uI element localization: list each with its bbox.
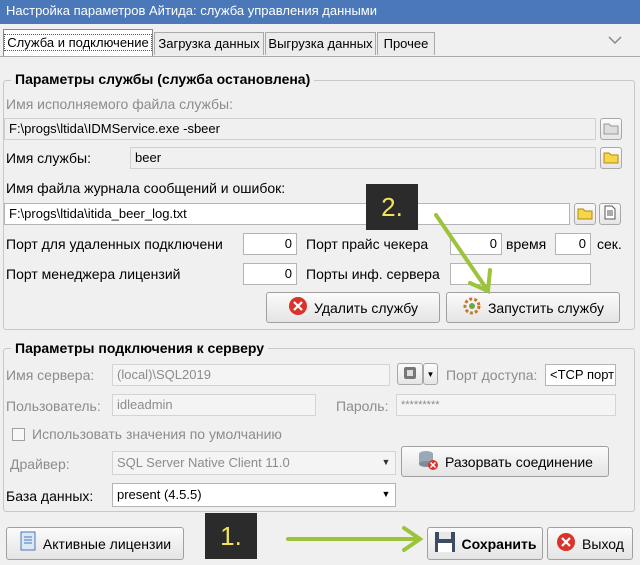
delete-service-label: Удалить службу bbox=[314, 299, 418, 316]
access-port-input[interactable]: <TCP порт bbox=[545, 364, 616, 386]
price-port-input[interactable]: 0 bbox=[450, 233, 502, 255]
log-file-input[interactable]: F:\progs\ltida\itida_beer_log.txt bbox=[4, 203, 570, 225]
use-defaults-checkbox[interactable] bbox=[12, 428, 25, 441]
seconds-label: сек. bbox=[597, 236, 622, 252]
database-value: present (4.5.5) bbox=[117, 487, 202, 502]
access-port-label: Порт доступа: bbox=[446, 367, 538, 383]
database-select[interactable]: present (4.5.5) ▼ bbox=[112, 483, 396, 507]
active-licenses-button[interactable]: Активные лицензии bbox=[6, 527, 184, 560]
password-input[interactable]: ********* bbox=[396, 394, 616, 416]
exe-label: Имя исполняемого файла службы: bbox=[6, 96, 233, 112]
step-2-marker: 2. bbox=[366, 184, 418, 230]
license-icon bbox=[19, 531, 37, 556]
driver-select[interactable]: SQL Server Native Client 11.0 ▼ bbox=[112, 451, 396, 475]
driver-label: Драйвер: bbox=[10, 456, 70, 472]
license-port-label: Порт менеджера лицензий bbox=[6, 266, 181, 282]
exit-button[interactable]: Выход bbox=[547, 527, 633, 560]
tab-strip: Служба и подключение Загрузка данных Выг… bbox=[0, 26, 640, 56]
remote-port-input[interactable]: 0 bbox=[243, 233, 297, 255]
floppy-save-icon bbox=[434, 531, 456, 556]
connection-legend: Параметры подключения к серверу bbox=[11, 340, 269, 356]
save-button[interactable]: Сохранить bbox=[427, 527, 543, 560]
use-defaults-label: Использовать значения по умолчанию bbox=[32, 426, 282, 442]
document-icon bbox=[604, 205, 616, 223]
tabs-chevron-down-icon[interactable] bbox=[600, 30, 630, 54]
folder-icon bbox=[577, 206, 593, 223]
server-label: Имя сервера: bbox=[6, 367, 95, 383]
delete-icon bbox=[288, 296, 308, 319]
price-port-label: Порт прайс чекера bbox=[306, 236, 429, 252]
close-icon bbox=[556, 532, 576, 555]
driver-value: SQL Server Native Client 11.0 bbox=[117, 455, 290, 470]
chevron-down-icon: ▼ bbox=[381, 489, 391, 499]
step-1-marker: 1. bbox=[205, 513, 257, 559]
exe-field: F:\progs\ltida\IDMService.exe -sbeer bbox=[4, 118, 596, 140]
tab-label: Служба и подключение bbox=[4, 34, 152, 51]
active-licenses-label: Активные лицензии bbox=[42, 535, 172, 552]
time-label: время bbox=[506, 236, 547, 252]
service-name-label: Имя службы: bbox=[6, 150, 91, 166]
tab-service-connection[interactable]: Служба и подключение bbox=[3, 29, 153, 56]
save-label: Сохранить bbox=[461, 535, 537, 552]
info-port-label: Порты инф. сервера bbox=[306, 266, 440, 282]
info-port-input[interactable] bbox=[450, 263, 591, 285]
chevron-down-icon: ▼ bbox=[426, 369, 435, 379]
delete-service-button[interactable]: Удалить службу bbox=[266, 292, 440, 323]
start-service-label: Запустить службу bbox=[487, 299, 605, 316]
user-input[interactable]: idleadmin bbox=[112, 394, 316, 416]
chevron-down-icon: ▼ bbox=[381, 457, 391, 467]
tab-data-export[interactable]: Выгрузка данных bbox=[265, 32, 376, 55]
exit-label: Выход bbox=[582, 535, 624, 552]
database-label: База данных: bbox=[6, 488, 94, 504]
database-disconnect-icon bbox=[417, 449, 439, 474]
disconnect-label: Разорвать соединение bbox=[445, 453, 593, 470]
server-dropdown-button[interactable]: ▼ bbox=[423, 363, 438, 385]
folder-icon bbox=[603, 150, 619, 167]
server-input[interactable]: (local)\SQL2019 bbox=[112, 364, 390, 386]
log-view-button[interactable] bbox=[599, 203, 621, 225]
password-label: Пароль: bbox=[336, 398, 389, 414]
time-input[interactable]: 0 bbox=[555, 233, 591, 255]
gear-icon bbox=[462, 296, 482, 319]
service-name-browse-button[interactable] bbox=[600, 147, 622, 169]
tab-data-import[interactable]: Загрузка данных bbox=[154, 32, 264, 55]
disconnect-button[interactable]: Разорвать соединение bbox=[401, 446, 609, 477]
server-browse-button[interactable] bbox=[397, 363, 423, 385]
folder-icon bbox=[603, 121, 619, 138]
log-browse-button[interactable] bbox=[574, 203, 596, 225]
license-port-input[interactable]: 0 bbox=[243, 263, 297, 285]
log-label: Имя файла журнала сообщений и ошибок: bbox=[6, 180, 286, 196]
service-name-field: beer bbox=[130, 147, 596, 169]
start-service-button[interactable]: Запустить службу bbox=[446, 292, 620, 323]
remote-port-label: Порт для удаленных подключени bbox=[6, 236, 223, 252]
user-label: Пользователь: bbox=[6, 398, 101, 414]
database-server-icon bbox=[402, 365, 418, 384]
service-legend: Параметры службы (служба остановлена) bbox=[11, 71, 315, 87]
tab-other[interactable]: Прочее bbox=[377, 32, 435, 55]
exe-browse-button[interactable] bbox=[600, 118, 622, 140]
window-title: Настройка параметров Айтида: служба упра… bbox=[0, 0, 640, 24]
